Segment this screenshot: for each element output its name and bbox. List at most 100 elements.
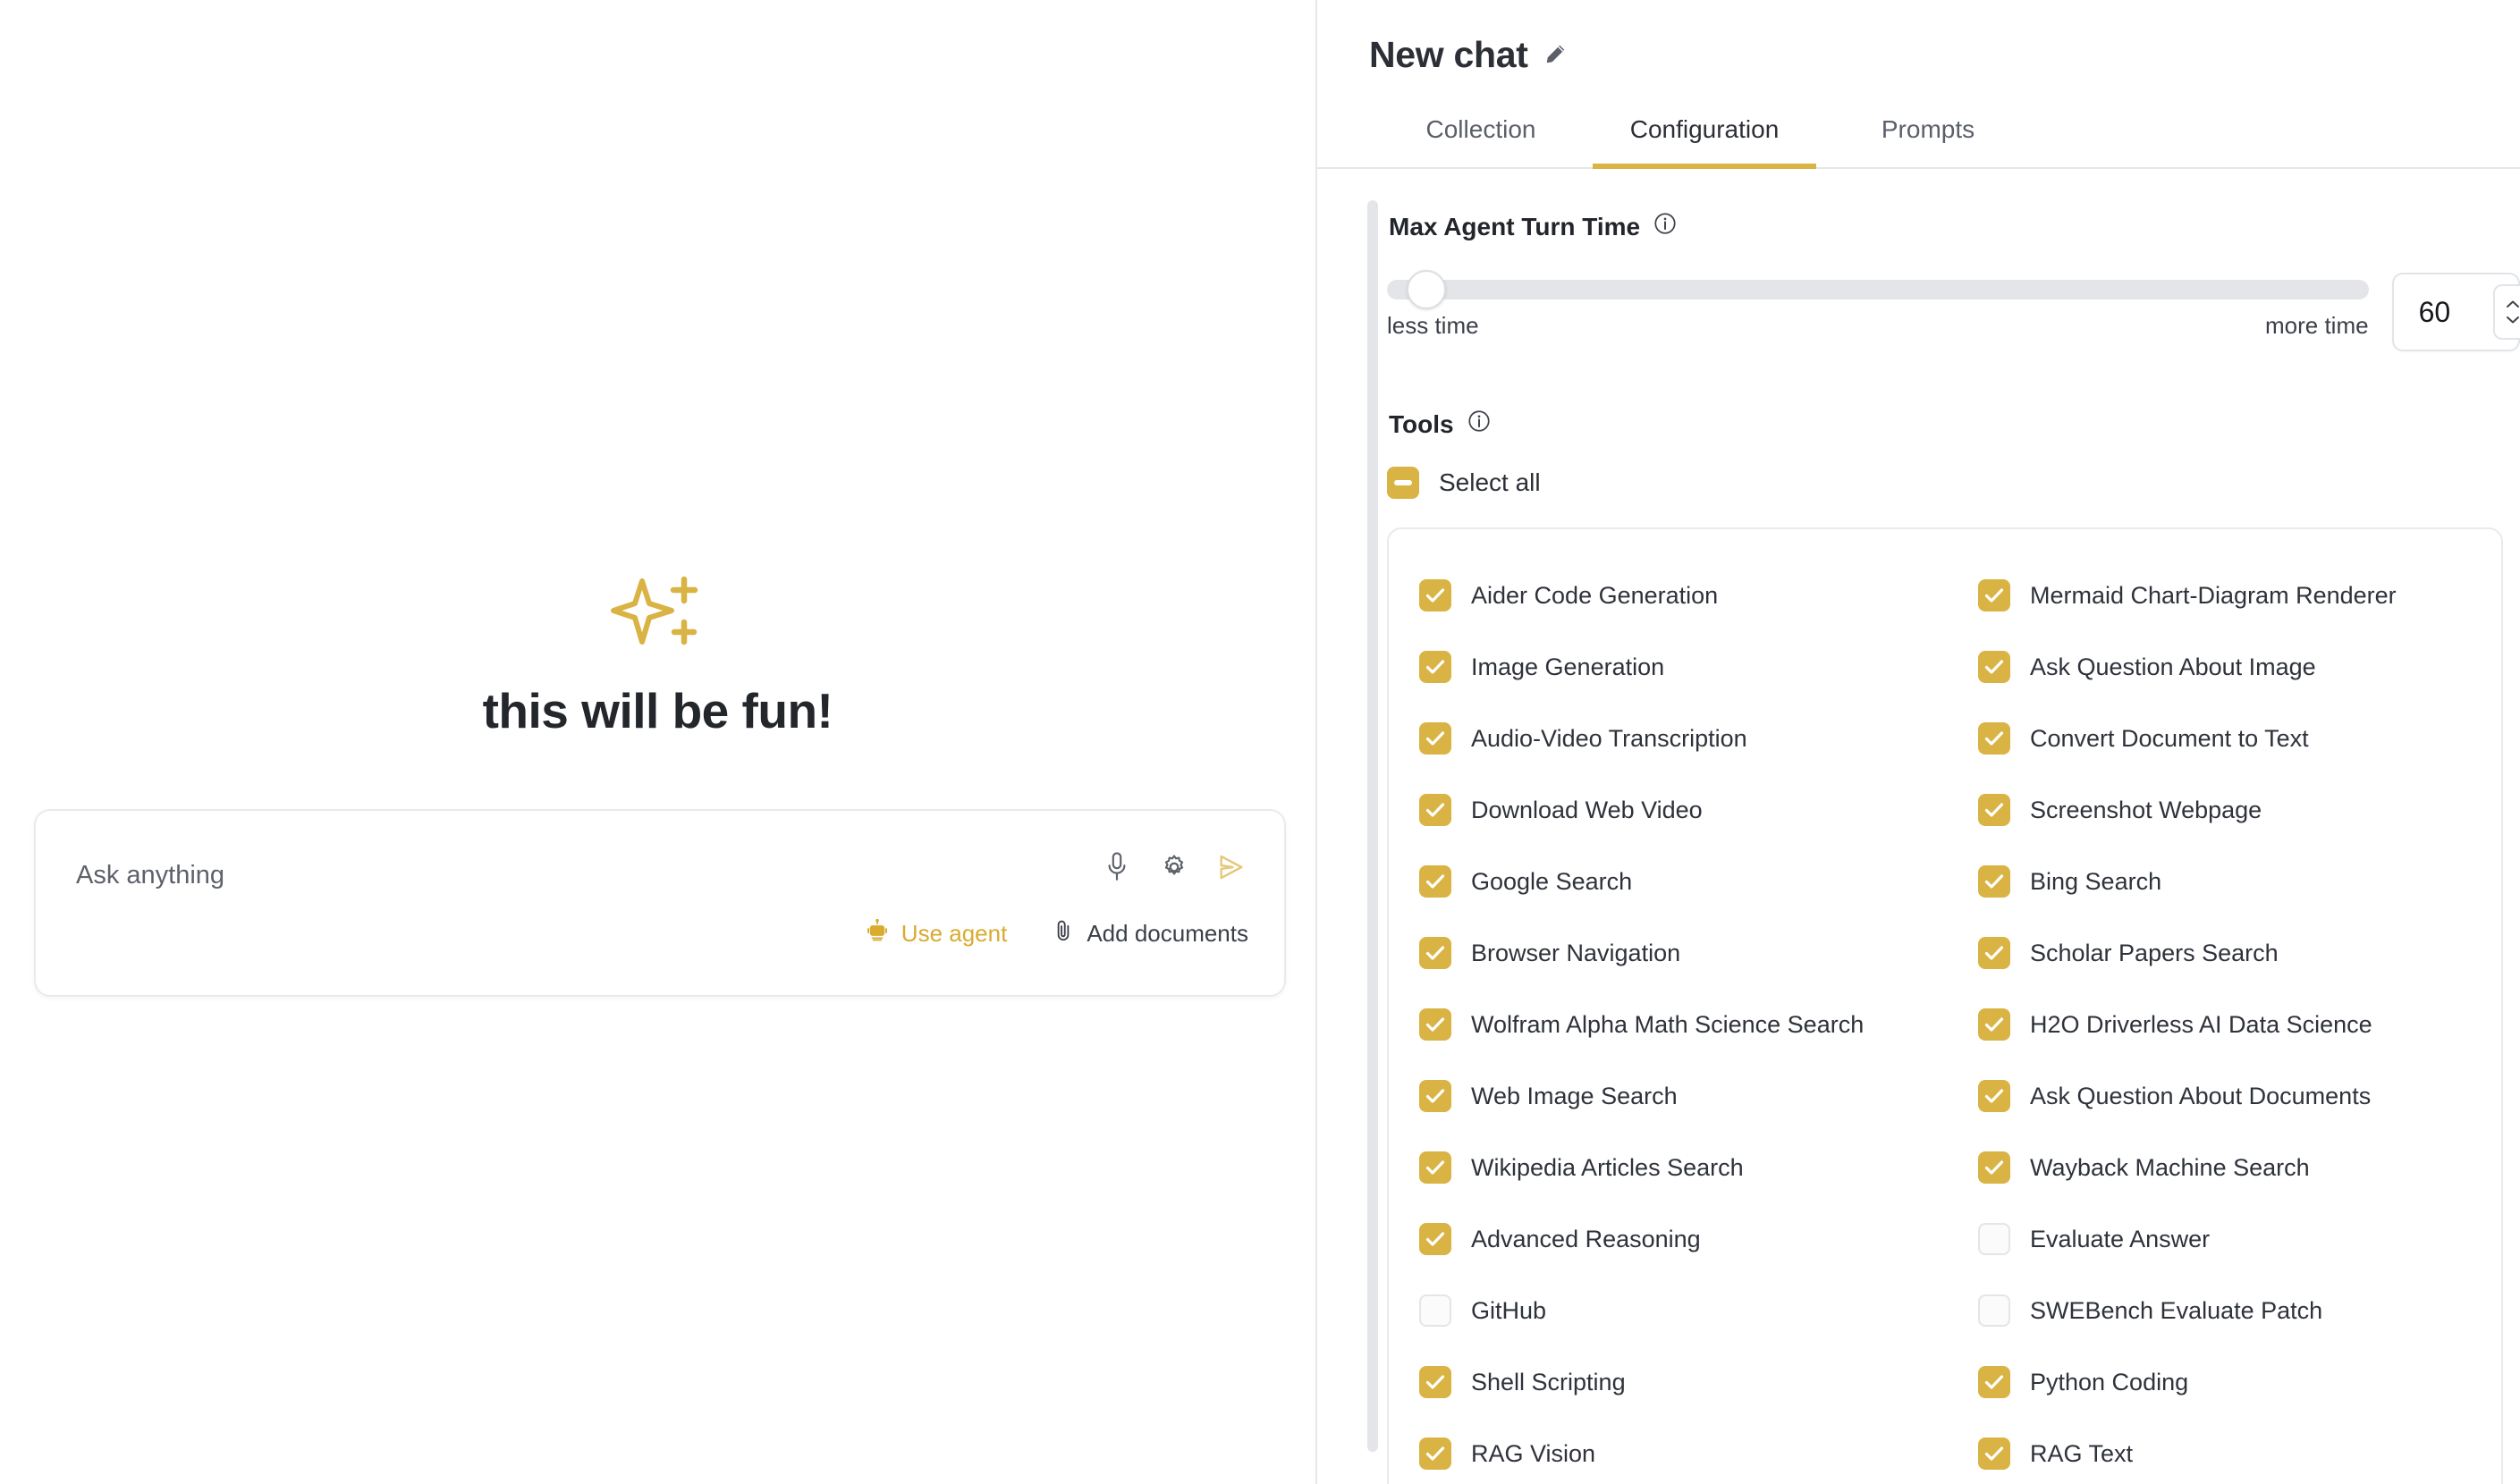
tool-item[interactable]: Python Coding	[1948, 1346, 2501, 1418]
tool-label: Image Generation	[1471, 653, 1665, 680]
tool-item[interactable]: Shell Scripting	[1389, 1346, 1948, 1418]
tool-item[interactable]: Aider Code Generation	[1389, 560, 1948, 631]
tool-label: Scholar Papers Search	[2030, 939, 2279, 966]
tool-checkbox[interactable]	[1978, 1080, 2010, 1112]
tools-grid: Aider Code Generation Mermaid Chart-Diagr…	[1389, 560, 2501, 1484]
tool-checkbox[interactable]	[1419, 1366, 1451, 1398]
tool-item[interactable]: Browser Navigation	[1389, 917, 1948, 989]
tool-item[interactable]: Ask Question About Image	[1948, 631, 2501, 703]
add-documents-button[interactable]: Add documents	[1052, 918, 1248, 949]
tool-checkbox[interactable]	[1419, 865, 1451, 898]
tool-item[interactable]: Ask Question About Documents	[1948, 1060, 2501, 1132]
tool-item[interactable]: RAG Vision	[1389, 1418, 1948, 1484]
tool-item[interactable]: H2O Driverless AI Data Science	[1948, 989, 2501, 1060]
tool-item[interactable]: Wikipedia Articles Search	[1389, 1132, 1948, 1203]
tab-collection[interactable]: Collection	[1369, 115, 1593, 169]
tool-checkbox[interactable]	[1978, 722, 2010, 755]
tool-item[interactable]: GitHub	[1389, 1275, 1948, 1346]
tool-item[interactable]: Convert Document to Text	[1948, 703, 2501, 774]
slider-track[interactable]	[1387, 270, 2369, 309]
max-agent-turn-time-value[interactable]: 60	[2394, 296, 2451, 329]
tool-checkbox[interactable]	[1978, 579, 2010, 611]
send-icon[interactable]	[1214, 850, 1248, 884]
tools-label: Tools	[1387, 409, 2520, 440]
tool-checkbox[interactable]	[1978, 1438, 2010, 1470]
tool-item[interactable]: Web Image Search	[1389, 1060, 1948, 1132]
tool-checkbox[interactable]	[1419, 579, 1451, 611]
tool-item[interactable]: Scholar Papers Search	[1948, 917, 2501, 989]
tool-item[interactable]: Bing Search	[1948, 846, 2501, 917]
tool-checkbox[interactable]	[1978, 1008, 2010, 1041]
tool-checkbox[interactable]	[1978, 1366, 2010, 1398]
tool-checkbox[interactable]	[1978, 865, 2010, 898]
tool-item[interactable]: Screenshot Webpage	[1948, 774, 2501, 846]
tool-checkbox[interactable]	[1978, 1223, 2010, 1255]
tool-label: Ask Question About Image	[2030, 653, 2316, 680]
max-agent-turn-time-control: less time more time 60	[1387, 269, 2520, 351]
tool-checkbox[interactable]	[1419, 1223, 1451, 1255]
tool-checkbox[interactable]	[1978, 937, 2010, 969]
tool-item[interactable]: Download Web Video	[1389, 774, 1948, 846]
tool-checkbox[interactable]	[1419, 722, 1451, 755]
tool-label: Evaluate Answer	[2030, 1225, 2211, 1252]
tool-checkbox[interactable]	[1419, 651, 1451, 683]
tool-item[interactable]: Wolfram Alpha Math Science Search	[1389, 989, 1948, 1060]
tool-label: RAG Text	[2030, 1439, 2134, 1467]
max-agent-turn-time-slider[interactable]: less time more time	[1387, 269, 2369, 340]
pencil-icon[interactable]	[1543, 34, 1569, 76]
slider-thumb[interactable]	[1406, 270, 1446, 309]
tool-item[interactable]: Google Search	[1389, 846, 1948, 917]
settings-scrollbar[interactable]	[1367, 200, 1378, 1479]
tool-item[interactable]: Audio-Video Transcription	[1389, 703, 1948, 774]
tool-checkbox[interactable]	[1419, 1294, 1451, 1327]
tool-checkbox[interactable]	[1419, 1151, 1451, 1184]
tool-item[interactable]: Evaluate Answer	[1948, 1203, 2501, 1275]
tool-label: Browser Navigation	[1471, 939, 1681, 966]
tool-checkbox[interactable]	[1419, 1080, 1451, 1112]
tool-item[interactable]: SWEBench Evaluate Patch	[1948, 1275, 2501, 1346]
tool-checkbox[interactable]	[1978, 794, 2010, 826]
chat-title-text: New chat	[1369, 34, 1528, 75]
tool-label: Audio-Video Transcription	[1471, 724, 1747, 752]
tool-item[interactable]: Mermaid Chart-Diagram Renderer	[1948, 560, 2501, 631]
chat-pane: this will be fun! Ask anything Use agent…	[0, 0, 1317, 1484]
tool-item[interactable]: RAG Text	[1948, 1418, 2501, 1484]
gear-icon[interactable]	[1157, 850, 1191, 884]
tool-label: Bing Search	[2030, 867, 2162, 895]
tool-checkbox[interactable]	[1419, 1438, 1451, 1470]
chat-empty-state: this will be fun!	[0, 572, 1315, 738]
tool-label: Advanced Reasoning	[1471, 1225, 1701, 1252]
tool-item[interactable]: Wayback Machine Search	[1948, 1132, 2501, 1203]
chat-input-placeholder[interactable]: Ask anything	[76, 861, 224, 890]
tab-configuration[interactable]: Configuration	[1593, 115, 1816, 169]
tool-checkbox[interactable]	[1978, 1294, 2010, 1327]
tool-item[interactable]: Image Generation	[1389, 631, 1948, 703]
tool-checkbox[interactable]	[1419, 937, 1451, 969]
number-spinner[interactable]	[2493, 284, 2520, 340]
slider-end-labels: less time more time	[1387, 312, 2369, 340]
tool-checkbox[interactable]	[1419, 1008, 1451, 1041]
tool-item[interactable]: Advanced Reasoning	[1389, 1203, 1948, 1275]
scrollbar-thumb[interactable]	[1367, 200, 1378, 1452]
use-agent-button[interactable]: Use agent	[865, 918, 1007, 949]
select-all-label: Select all	[1439, 468, 1541, 496]
tool-checkbox[interactable]	[1419, 794, 1451, 826]
add-documents-label: Add documents	[1087, 920, 1248, 947]
tool-checkbox[interactable]	[1978, 1151, 2010, 1184]
tool-label: RAG Vision	[1471, 1439, 1596, 1467]
app-window: this will be fun! Ask anything Use agent…	[0, 0, 2520, 1484]
tool-label: Aider Code Generation	[1471, 581, 1719, 609]
max-agent-turn-time-input[interactable]: 60	[2391, 273, 2520, 351]
tool-checkbox[interactable]	[1978, 651, 2010, 683]
tool-label: Shell Scripting	[1471, 1368, 1626, 1395]
composer[interactable]: Ask anything Use agent Add documents	[34, 809, 1286, 997]
tab-prompts[interactable]: Prompts	[1816, 115, 2040, 169]
select-all-checkbox[interactable]	[1387, 467, 1419, 499]
tool-label: Python Coding	[2030, 1368, 2189, 1395]
tool-label: Convert Document to Text	[2030, 724, 2309, 752]
info-icon[interactable]	[1653, 211, 1678, 242]
paperclip-icon	[1052, 918, 1075, 949]
select-all-tools[interactable]: Select all	[1387, 467, 1541, 499]
info-icon[interactable]	[1467, 409, 1492, 440]
microphone-icon[interactable]	[1100, 850, 1134, 884]
